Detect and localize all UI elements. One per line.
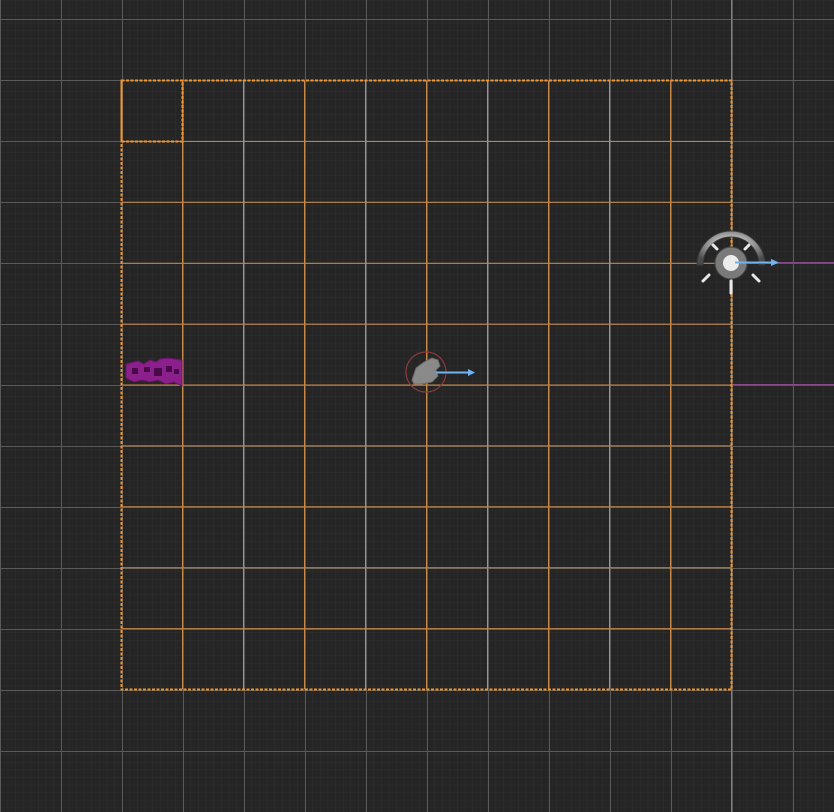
scene-viewport[interactable] [0,0,834,812]
scene-canvas[interactable] [0,0,834,812]
